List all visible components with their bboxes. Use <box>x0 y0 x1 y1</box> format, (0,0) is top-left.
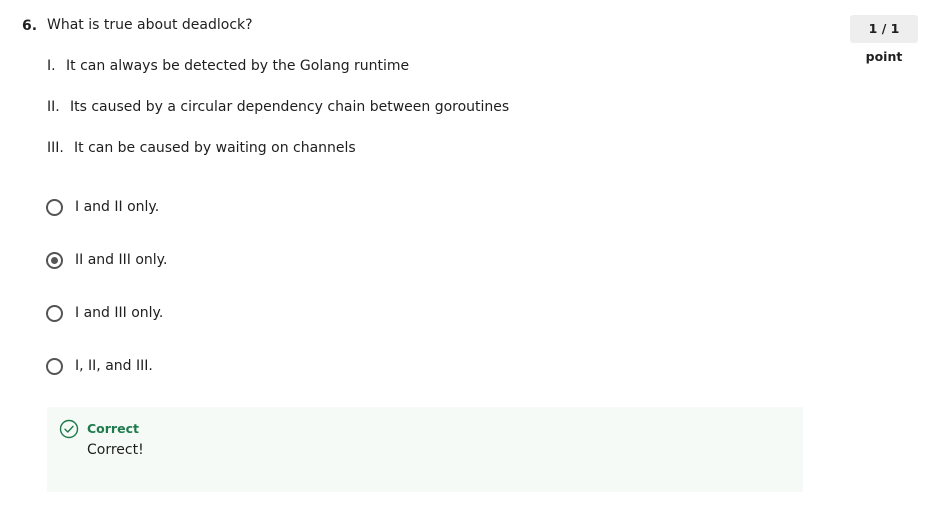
statement-text: It can always be detected by the Golang … <box>66 58 410 74</box>
statement-numeral: III. <box>47 140 64 156</box>
option-label[interactable]: I and III only. <box>75 303 163 323</box>
option-label[interactable]: II and III only. <box>75 250 167 270</box>
quiz-question: 6. What is true about deadlock? 1 / 1 po… <box>0 0 936 514</box>
statement-ii: II. Its caused by a circular dependency … <box>47 97 509 117</box>
answer-option-2[interactable]: II and III only. <box>46 249 167 271</box>
statement-numeral: I. <box>47 58 56 74</box>
option-label[interactable]: I and II only. <box>75 197 159 217</box>
statement-numeral: II. <box>47 99 60 115</box>
points-badge: 1 / 1 point <box>850 15 918 64</box>
radio-button-selected[interactable] <box>46 251 63 269</box>
statement-iii: III. It can be caused by waiting on chan… <box>47 138 356 158</box>
radio-button[interactable] <box>46 304 63 322</box>
statement-text: It can be caused by waiting on channels <box>74 140 356 156</box>
feedback-status: Correct <box>87 421 139 436</box>
statement-text: Its caused by a circular dependency chai… <box>70 99 510 115</box>
feedback-panel: Correct Correct! <box>47 407 803 492</box>
answer-option-1[interactable]: I and II only. <box>46 196 159 218</box>
question-number: 6. <box>22 18 38 34</box>
radio-button[interactable] <box>46 198 63 216</box>
feedback-message: Correct! <box>87 442 144 458</box>
radio-button[interactable] <box>46 357 63 375</box>
statement-i: I. It can always be detected by the Gola… <box>47 56 409 76</box>
option-label[interactable]: I, II, and III. <box>75 356 153 376</box>
answer-option-4[interactable]: I, II, and III. <box>46 355 153 377</box>
question-text: What is true about deadlock? <box>47 17 253 33</box>
check-circle-icon <box>59 419 79 439</box>
answer-option-3[interactable]: I and III only. <box>46 302 163 324</box>
